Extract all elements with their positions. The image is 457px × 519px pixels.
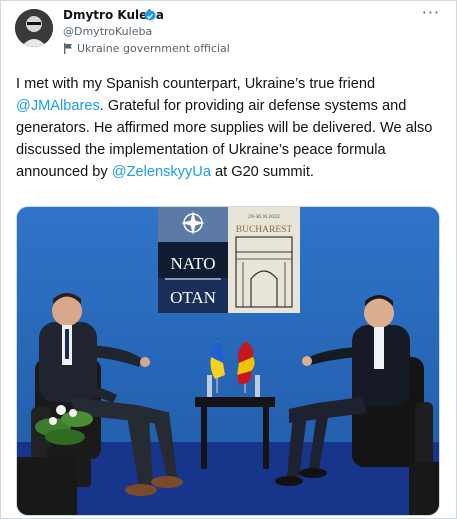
tweet-text-part-1: I met with my Spanish counterpart, Ukrai… [16,76,376,92]
verified-badge-icon [144,9,156,21]
sign-date: 29-30.XI.2022 [248,214,280,220]
label-text: Ukraine government official [77,42,230,55]
sign-nato: NATO [170,254,215,273]
flag-icon [64,43,72,54]
avatar[interactable] [15,9,53,47]
tweet-card: Dmytro Kuleba @DmytroKuleba Ukraine gove… [0,0,457,519]
government-label: Ukraine government official [63,42,230,55]
more-icon[interactable]: ··· [422,3,440,22]
author-handle[interactable]: @DmytroKuleba [63,25,152,38]
tweet-text: I met with my Spanish counterpart, Ukrai… [16,73,446,183]
tweet-text-part-3: at G20 summit. [210,164,314,180]
mention-jmalbares[interactable]: @JMAlbares [16,98,100,114]
sign-otan: OTAN [170,288,216,307]
sign-city: BUCHAREST [236,225,293,235]
bucharest-sign: 29-30.XI.2022 BUCHAREST [228,207,300,313]
mention-zelenskyyua[interactable]: @ZelenskyyUa [112,164,211,180]
tweet-photo[interactable]: NATO OTAN 29-30.XI.2022 BUCHAREST [16,206,440,516]
nato-sign: NATO OTAN [158,207,228,313]
